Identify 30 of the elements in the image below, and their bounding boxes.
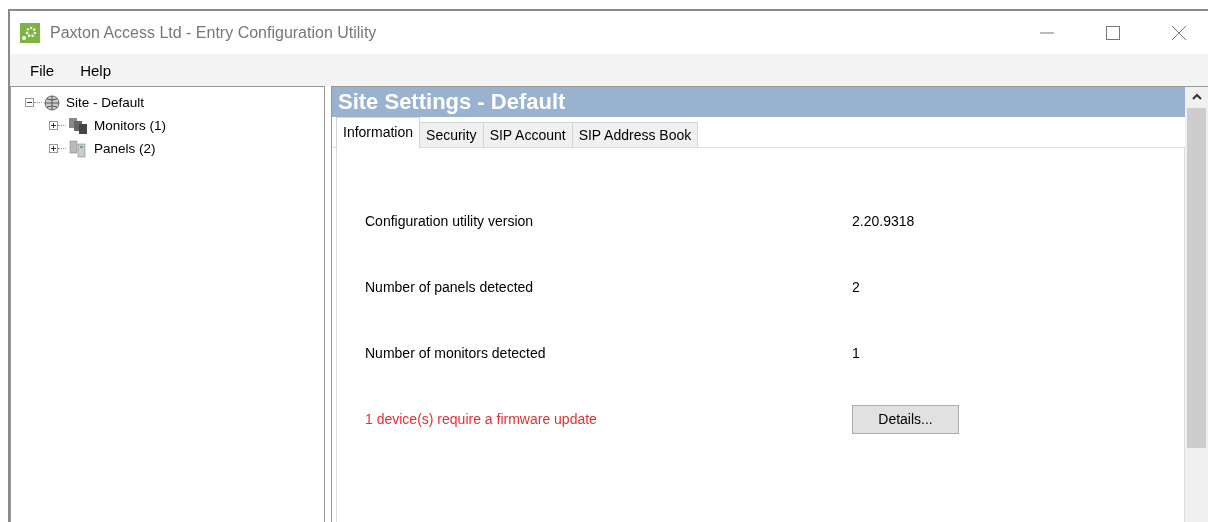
panels-icon [68, 139, 88, 158]
info-value: 2 [852, 279, 860, 295]
info-value: 1 [852, 345, 860, 361]
warning-text: 1 device(s) require a firmware update [365, 411, 598, 427]
close-icon[interactable] [1172, 25, 1186, 40]
menu-item[interactable]: Help [80, 61, 112, 79]
menu-item[interactable]: File [30, 61, 55, 79]
tab[interactable]: Information [336, 117, 421, 148]
details-button[interactable]: Details... [852, 404, 959, 434]
panel-title: Site Settings - Default [332, 87, 1185, 117]
gear-icon [20, 22, 40, 43]
scrollbar[interactable] [1185, 87, 1208, 522]
globe-icon [44, 94, 60, 111]
tree-item[interactable]: Monitors (1) [94, 118, 166, 133]
expander-icon[interactable] [25, 98, 34, 107]
info-label: Number of panels detected [365, 279, 535, 295]
tab[interactable]: Security [419, 122, 484, 147]
tab[interactable]: SIP Account [482, 122, 573, 147]
expander-icon[interactable] [49, 121, 58, 130]
info-label: Configuration utility version [365, 213, 535, 229]
tree-item[interactable]: Site - Default [66, 95, 145, 110]
window-title: Paxton Access Ltd - Entry Configuration Utility [50, 23, 377, 42]
expander-icon[interactable] [49, 144, 58, 153]
info-value: 2.20.9318 [852, 213, 915, 229]
scroll-up-icon[interactable] [1191, 93, 1202, 100]
info-label: Number of monitors detected [365, 345, 547, 361]
tab[interactable]: SIP Address Book [571, 122, 699, 147]
maximize-icon[interactable] [1106, 25, 1120, 40]
tree-item[interactable]: Panels (2) [94, 141, 156, 156]
monitors-icon [68, 116, 88, 135]
